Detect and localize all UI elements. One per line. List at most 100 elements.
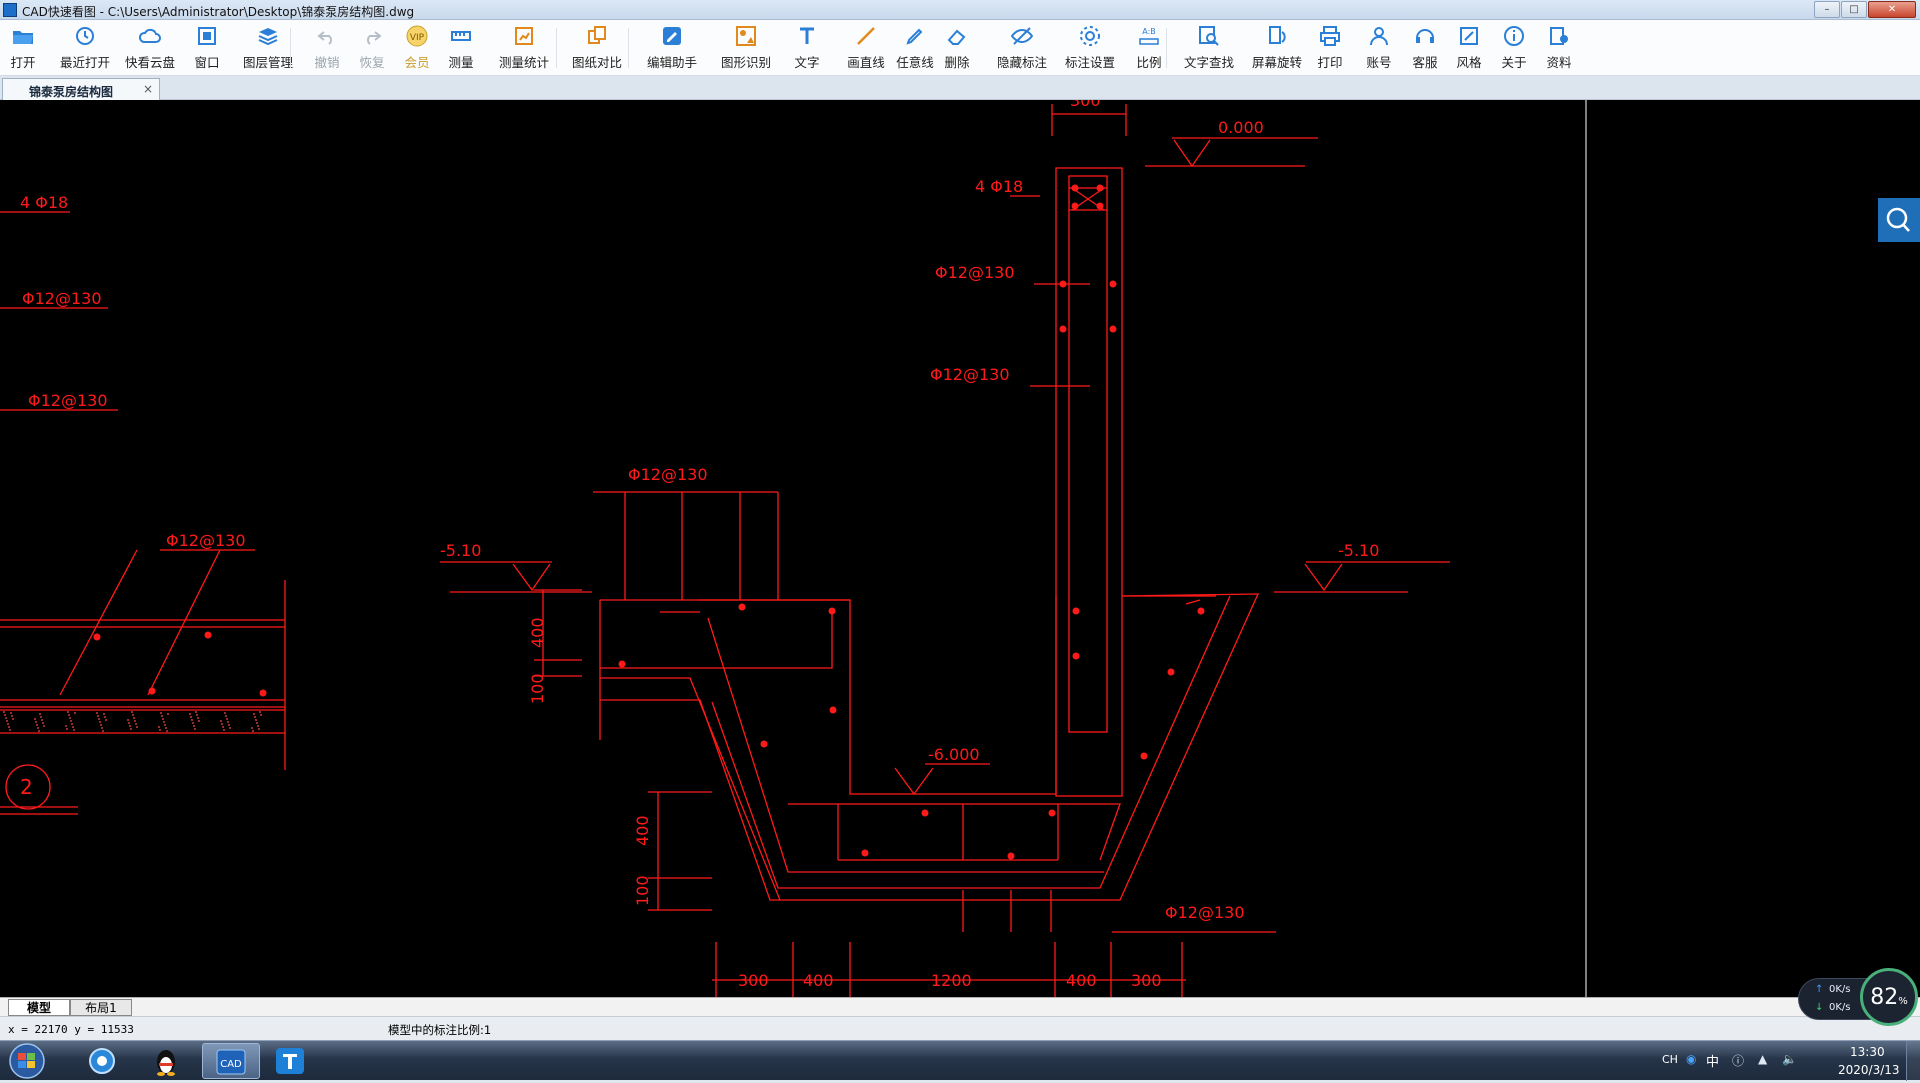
shape-recognition-icon bbox=[714, 24, 778, 50]
coordinate-readout: x = 22170 y = 11533 bbox=[8, 1023, 134, 1036]
label-phi12-left: Φ12@130 bbox=[628, 465, 708, 484]
toolbar-label: 关于 bbox=[1501, 55, 1527, 70]
toolbar-button-3[interactable]: 窗口 bbox=[190, 24, 224, 72]
ime-indicator[interactable]: 中 bbox=[1706, 1051, 1719, 1070]
measure-stats-icon bbox=[492, 24, 556, 50]
toolbar-button-8[interactable]: 测量 bbox=[444, 24, 478, 72]
toolbar-button-10[interactable]: 图纸对比 bbox=[565, 24, 629, 72]
text-app-icon bbox=[276, 1048, 304, 1074]
toolbar-button-23[interactable]: 账号 bbox=[1362, 24, 1396, 72]
toolbar-label: 会员 bbox=[404, 55, 430, 70]
svg-text:VIP: VIP bbox=[410, 33, 425, 43]
toolbar-button-26[interactable]: 关于 bbox=[1497, 24, 1531, 72]
maximize-button[interactable]: □ bbox=[1841, 1, 1867, 18]
help-tray-icon[interactable]: ⓘ bbox=[1732, 1052, 1744, 1069]
app-logo-icon bbox=[3, 3, 17, 17]
toolbar-button-5[interactable]: 撤销 bbox=[310, 24, 344, 72]
toolbar-button-27[interactable]: 资料 bbox=[1542, 24, 1576, 72]
toolbar-button-16[interactable]: 删除 bbox=[940, 24, 974, 72]
dim-left-100b: 100 bbox=[633, 875, 652, 906]
window-frame-icon bbox=[190, 24, 224, 50]
dim-bottom-400b: 400 bbox=[1066, 971, 1097, 990]
toolbar-button-9[interactable]: 测量统计 bbox=[492, 24, 556, 72]
toolbar-button-22[interactable]: 打印 bbox=[1313, 24, 1347, 72]
annotation-settings-icon bbox=[1058, 24, 1122, 50]
toolbar-button-12[interactable]: 图形识别 bbox=[714, 24, 778, 72]
close-button[interactable]: ✕ bbox=[1868, 1, 1916, 18]
toolbar-button-18[interactable]: 标注设置 bbox=[1058, 24, 1122, 72]
dim-top-300: 300 bbox=[1070, 100, 1101, 110]
show-desktop-button[interactable] bbox=[1906, 1041, 1920, 1081]
tab-model[interactable]: 模型 bbox=[8, 999, 70, 1016]
label-phi12-mid: Φ12@130 bbox=[930, 365, 1010, 384]
rebar-dots bbox=[93, 184, 1205, 860]
download-arrow-icon: ↓ bbox=[1815, 1002, 1824, 1013]
browser-icon bbox=[89, 1048, 115, 1074]
toolbar-label: 窗口 bbox=[194, 55, 220, 70]
toolbar-label: 图形识别 bbox=[720, 55, 771, 70]
user-icon bbox=[1362, 24, 1396, 50]
usage-gauge[interactable]: 82% bbox=[1860, 968, 1918, 1026]
canvas-search-button[interactable] bbox=[1878, 198, 1920, 242]
compare-icon bbox=[565, 24, 629, 50]
layout-tab-bar: 模型 布局1 bbox=[0, 997, 1920, 1016]
document-tab[interactable]: 锦泰泵房结构图 × bbox=[2, 78, 160, 100]
section-mark: 2 bbox=[20, 775, 33, 799]
tab-layout1[interactable]: 布局1 bbox=[70, 999, 132, 1016]
dim-bottom-1200: 1200 bbox=[931, 971, 972, 990]
status-bar: x = 22170 y = 11533 模型中的标注比例:1 bbox=[0, 1016, 1920, 1040]
taskbar-cad-viewer[interactable]: CAD bbox=[202, 1043, 260, 1079]
toolbar-button-6[interactable]: 恢复 bbox=[355, 24, 389, 72]
taskbar-qq[interactable] bbox=[138, 1043, 196, 1079]
drawing-canvas[interactable]: 4 Φ18 Φ12@130 Φ12@130 Φ12@130 2 4 Φ18 Φ1… bbox=[0, 100, 1920, 997]
scale-ab-icon: A:B bbox=[1132, 24, 1166, 50]
language-indicator[interactable]: CH bbox=[1662, 1053, 1678, 1066]
toolbar-label: 测量 bbox=[448, 55, 474, 70]
taskbar-text-app[interactable] bbox=[262, 1043, 320, 1079]
taskbar: CAD CH ◉ 中 ⓘ ▲ 🔈 13:30 2020/3/13 bbox=[0, 1040, 1920, 1081]
toolbar-button-24[interactable]: 客服 bbox=[1408, 24, 1442, 72]
toolbar-label: 测量统计 bbox=[498, 55, 549, 70]
close-tab-icon[interactable]: × bbox=[143, 82, 153, 96]
label-left-phi12-a: Φ12@130 bbox=[22, 289, 102, 308]
toolbar-button-1[interactable]: 最近打开 bbox=[52, 24, 118, 72]
toolbar-button-0[interactable]: 打开 bbox=[6, 24, 40, 72]
network-speed-widget[interactable]: ↑ 0K/s ↓ 0K/s 82% bbox=[1798, 968, 1920, 1026]
toolbar-button-15[interactable]: 任意线 bbox=[892, 24, 938, 72]
resources-icon bbox=[1542, 24, 1576, 50]
toolbar-button-14[interactable]: 画直线 bbox=[843, 24, 889, 72]
toolbar-label: 打印 bbox=[1317, 55, 1343, 70]
taskbar-browser[interactable] bbox=[74, 1043, 132, 1079]
elev-right-510: -5.10 bbox=[1338, 541, 1379, 560]
toolbar-button-2[interactable]: 快看云盘 bbox=[122, 24, 178, 72]
upload-speed: ↑ 0K/s bbox=[1815, 984, 1851, 995]
toolbar-label: 风格 bbox=[1456, 55, 1482, 70]
minimize-button[interactable]: – bbox=[1814, 1, 1840, 18]
toolbar-label: 资料 bbox=[1546, 55, 1572, 70]
search-tray-icon[interactable]: ◉ bbox=[1686, 1052, 1696, 1066]
cloud-icon bbox=[122, 24, 178, 50]
toolbar-button-19[interactable]: A:B 比例 bbox=[1132, 24, 1166, 72]
toolbar-button-20[interactable]: 文字查找 bbox=[1177, 24, 1241, 72]
info-icon bbox=[1497, 24, 1531, 50]
toolbar-label: 文字查找 bbox=[1183, 55, 1234, 70]
start-button[interactable] bbox=[4, 1042, 50, 1080]
document-tab-bar: 锦泰泵房结构图 × bbox=[0, 76, 1920, 100]
toolbar-button-7[interactable]: VIP 会员 bbox=[400, 24, 434, 72]
clock-time[interactable]: 13:30 bbox=[1850, 1045, 1885, 1059]
toolbar-button-17[interactable]: 隐藏标注 bbox=[990, 24, 1054, 72]
window-title: CAD快速看图 - C:\Users\Administrator\Desktop… bbox=[22, 5, 415, 19]
text-t-icon bbox=[790, 24, 824, 50]
slab-hatch bbox=[3, 711, 262, 732]
toolbar-button-21[interactable]: 屏幕旋转 bbox=[1245, 24, 1309, 72]
qq-penguin-icon bbox=[157, 1050, 175, 1076]
toolbar-button-25[interactable]: 风格 bbox=[1452, 24, 1486, 72]
toolbar-button-11[interactable]: 编辑助手 bbox=[640, 24, 704, 72]
tray-overflow-icon[interactable]: ▲ bbox=[1758, 1052, 1767, 1066]
cad-drawing[interactable]: 4 Φ18 Φ12@130 Φ12@130 Φ12@130 2 4 Φ18 Φ1… bbox=[0, 100, 1920, 997]
toolbar-button-13[interactable]: 文字 bbox=[790, 24, 824, 72]
clock-date[interactable]: 2020/3/13 bbox=[1838, 1063, 1900, 1077]
elev-6000: -6.000 bbox=[928, 745, 980, 764]
volume-icon[interactable]: 🔈 bbox=[1782, 1052, 1797, 1066]
drawing-text: 4 Φ18 Φ12@130 Φ12@130 Φ12@130 2 4 Φ18 Φ1… bbox=[20, 100, 1379, 990]
